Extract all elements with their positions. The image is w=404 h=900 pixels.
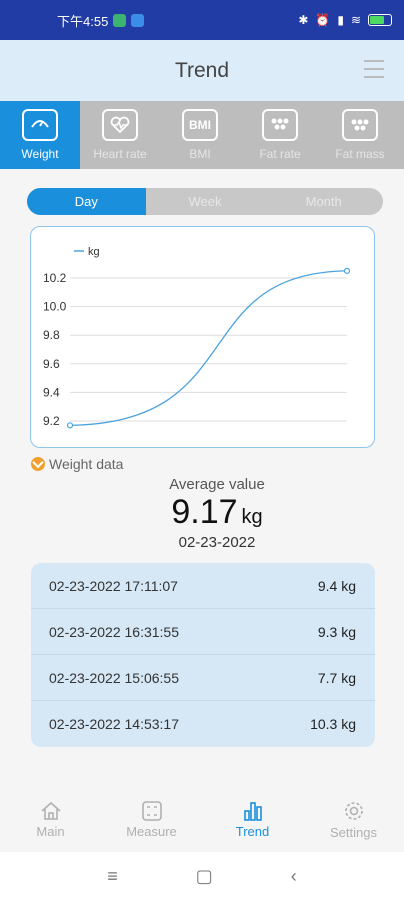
period-selector: Day Week Month xyxy=(27,188,383,215)
record-value: 9.4 kg xyxy=(317,577,356,594)
trend-icon xyxy=(243,802,262,821)
tab-fat-rate-label: Fat rate xyxy=(259,147,301,161)
tab-fat-mass[interactable]: Fat mass xyxy=(320,101,400,169)
home-button-icon[interactable]: ▢ xyxy=(196,866,213,887)
y-tick-label: 9.6 xyxy=(43,357,60,371)
average-unit: kg xyxy=(241,506,263,528)
menu-icon[interactable] xyxy=(364,60,384,78)
data-badge-icon xyxy=(31,457,45,471)
record-value: 7.7 kg xyxy=(317,669,356,686)
metric-tabs: Weight Heart rate BMI BMI Fat rate Fat m… xyxy=(0,101,404,169)
gear-icon xyxy=(344,802,363,820)
list-item[interactable]: 02-23-2022 15:06:55 7.7 kg xyxy=(31,655,375,701)
tab-bmi-label: BMI xyxy=(189,147,211,161)
bottom-navigation: Main Measure Trend Settings xyxy=(0,790,404,850)
record-time: 02-23-2022 15:06:55 xyxy=(49,669,179,686)
scale-icon xyxy=(22,109,58,141)
tab-fat-rate[interactable]: Fat rate xyxy=(240,101,320,169)
average-display: 9.17 kg xyxy=(0,493,404,532)
battery-icon xyxy=(368,14,392,26)
segment-day[interactable]: Day xyxy=(27,188,146,215)
tab-heart-rate-label: Heart rate xyxy=(93,147,147,161)
bmi-icon: BMI xyxy=(182,109,218,141)
back-icon[interactable]: ‹ xyxy=(291,866,297,887)
measure-icon xyxy=(141,801,162,821)
app-notification-icon xyxy=(113,13,127,27)
data-point xyxy=(343,267,351,274)
tab-heart-rate[interactable]: Heart rate xyxy=(80,101,160,169)
home-icon xyxy=(40,801,61,820)
record-value: 9.3 kg xyxy=(317,623,356,640)
heart-rate-icon xyxy=(102,109,138,141)
cloud-notification-icon xyxy=(131,13,145,27)
segment-month[interactable]: Month xyxy=(264,188,383,215)
y-tick-label: 10.0 xyxy=(43,300,67,314)
series-line xyxy=(69,270,348,426)
y-tick-label: 9.8 xyxy=(43,328,60,342)
weight-data-label: Weight data xyxy=(49,456,124,472)
record-time: 02-23-2022 17:11:07 xyxy=(49,577,178,594)
chart-canvas: kg 10.2 10.0 9.8 9.6 9.4 9.2 xyxy=(43,246,351,429)
app-header: Trend xyxy=(0,40,404,101)
average-value: 9.17 xyxy=(171,493,238,531)
fat-mass-icon xyxy=(342,109,378,141)
nav-measure-label: Measure xyxy=(126,824,177,839)
list-item[interactable]: 02-23-2022 16:31:55 9.3 kg xyxy=(31,609,375,655)
nav-settings[interactable]: Settings xyxy=(303,790,404,850)
status-time: 下午4:55 xyxy=(57,13,109,29)
tab-fat-mass-label: Fat mass xyxy=(335,147,385,161)
nav-main-label: Main xyxy=(36,824,65,839)
nav-settings-label: Settings xyxy=(330,825,377,840)
weight-data-header: Weight data xyxy=(31,456,123,472)
list-item[interactable]: 02-23-2022 17:11:07 9.4 kg xyxy=(31,563,375,609)
average-title: Average value xyxy=(169,476,265,493)
nav-main[interactable]: Main xyxy=(0,790,101,850)
segment-week[interactable]: Week xyxy=(146,188,265,215)
nav-trend[interactable]: Trend xyxy=(202,790,303,850)
average-date: 02-23-2022 xyxy=(178,534,256,551)
nav-trend-label: Trend xyxy=(235,824,270,839)
system-navigation-bar: ≡ ▢ ‹ xyxy=(0,852,404,900)
bluetooth-icon: ✱ xyxy=(298,13,309,27)
y-tick-label: 10.2 xyxy=(43,271,67,285)
signal-icon: ▮ xyxy=(337,13,344,27)
tab-weight[interactable]: Weight xyxy=(0,101,80,169)
list-item[interactable]: 02-23-2022 14:53:17 10.3 kg xyxy=(31,701,375,747)
nav-measure[interactable]: Measure xyxy=(101,790,202,850)
weight-trend-chart: kg 10.2 10.0 9.8 9.6 9.4 9.2 xyxy=(30,226,375,448)
tab-bmi[interactable]: BMI BMI xyxy=(160,101,240,169)
fat-rate-icon xyxy=(262,109,298,141)
y-tick-label: 9.4 xyxy=(43,385,60,399)
page-title: Trend xyxy=(174,58,230,82)
alarm-icon: ⏰ xyxy=(315,13,331,27)
legend-label: kg xyxy=(88,246,100,258)
tab-weight-label: Weight xyxy=(21,147,59,161)
record-time: 02-23-2022 14:53:17 xyxy=(49,716,179,732)
records-list: 02-23-2022 17:11:07 9.4 kg 02-23-2022 16… xyxy=(31,563,375,747)
wifi-icon: ≋ xyxy=(350,13,361,27)
data-point xyxy=(66,422,74,429)
recent-apps-icon[interactable]: ≡ xyxy=(107,866,118,887)
record-time: 02-23-2022 16:31:55 xyxy=(49,623,179,640)
y-tick-label: 9.2 xyxy=(43,414,60,428)
record-value: 10.3 kg xyxy=(310,716,356,732)
status-bar: 下午4:55 ✱ ⏰ ▮ ≋ xyxy=(0,0,404,40)
